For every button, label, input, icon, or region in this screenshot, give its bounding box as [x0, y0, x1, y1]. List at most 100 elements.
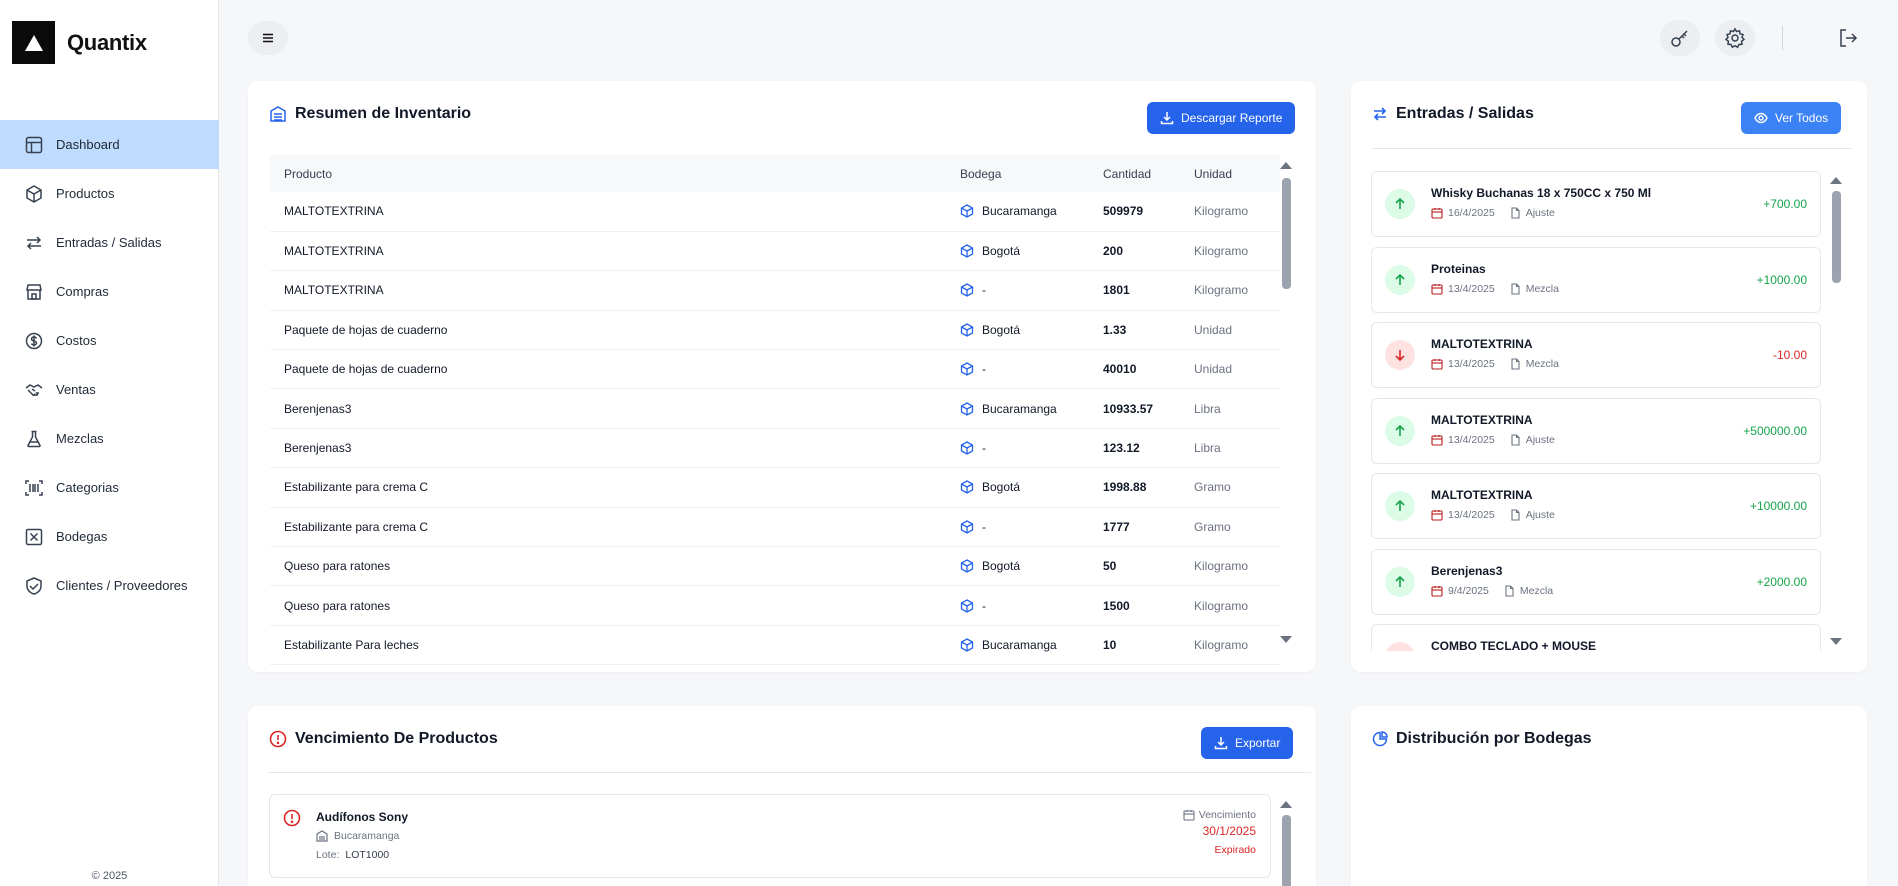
calendar-icon [1431, 208, 1443, 219]
sidebar-item-clientes-proveedores[interactable]: Clientes / Proveedores [0, 561, 219, 610]
cell-bodega: Bogotá [960, 467, 1103, 508]
sidebar-item-compras[interactable]: Compras [0, 267, 219, 316]
movement-item[interactable]: MALTOTEXTRINA 13/4/2025 Ajuste +10000.00 [1371, 473, 1821, 539]
expiry-warehouse: Bucaramanga [316, 830, 399, 842]
movement-date: 13/4/2025 [1448, 358, 1495, 370]
expiry-lot-label: Lote: [316, 849, 340, 861]
cell-bodega: - [960, 585, 1103, 626]
calendar-clock-icon [1183, 810, 1195, 821]
table-row[interactable]: MALTOTEXTRINA Bogotá 200 Kilogramo [270, 231, 1280, 272]
cell-cantidad: 200 [1103, 231, 1194, 272]
store-icon [26, 283, 42, 300]
table-row[interactable]: Paquete de hojas de cuaderno Bogotá 1.33 Un… [270, 310, 1280, 351]
distribution-title: Distribución por Bodegas [1396, 730, 1592, 747]
movement-item[interactable]: MALTOTEXTRINA 13/4/2025 Ajuste +500000.00 [1371, 397, 1821, 464]
movement-date: 13/4/2025 [1448, 509, 1495, 521]
table-row[interactable]: MALTOTEXTRINA Bucaramanga 509979 Kilogramo [270, 192, 1280, 232]
scrollbar-thumb[interactable] [1282, 815, 1291, 886]
cube-icon [960, 244, 974, 258]
sidebar-item-mezclas[interactable]: Mezclas [0, 414, 219, 463]
sidebar-item-ventas[interactable]: Ventas [0, 365, 219, 414]
barcode-icon [25, 479, 43, 496]
movement-meta: 16/4/2025 Ajuste [1431, 207, 1555, 219]
table-row[interactable]: MALTOTEXTRINA - 1801 Kilogramo [270, 270, 1280, 311]
key-button[interactable] [1660, 20, 1700, 56]
sidebar-item-costos[interactable]: Costos [0, 316, 219, 365]
pie-chart-icon [1372, 731, 1388, 747]
expiry-lot-value: LOT1000 [345, 849, 390, 861]
brand[interactable]: Quantix [12, 21, 147, 64]
download-report-button[interactable]: Descargar Reporte [1147, 102, 1296, 134]
movement-item[interactable]: Whisky Buchanas 18 x 750CC x 750 Ml 16/4/… [1371, 171, 1821, 237]
table-row[interactable]: Estabilizante para crema C Bogotá 1998.88 G… [270, 467, 1280, 508]
bodega-cell: Bogotá [960, 480, 1103, 494]
scroll-up-icon[interactable] [1830, 177, 1842, 184]
movement-meta: 13/4/2025 Mezcla [1431, 358, 1559, 370]
sidebar-item-label: Costos [56, 333, 97, 348]
inventory-table: Producto Bodega Cantidad Unidad MALTOTEX… [270, 155, 1280, 666]
movement-name: Berenjenas3 [1431, 563, 1503, 578]
sidebar-item-productos[interactable]: Productos [0, 169, 219, 218]
sidebar-item-label: Ventas [56, 382, 96, 397]
cube-icon [960, 520, 974, 534]
alert-circle-icon [283, 809, 301, 827]
cell-unidad: Kilogramo [1194, 625, 1280, 666]
movement-item[interactable]: MALTOTEXTRINA 13/4/2025 Mezcla -10.00 [1371, 322, 1821, 388]
scroll-up-icon[interactable] [1280, 801, 1292, 808]
sidebar-item-entradas-salidas[interactable]: Entradas / Salidas [0, 218, 219, 267]
download-report-label: Descargar Reporte [1181, 111, 1283, 125]
menu-toggle-button[interactable] [248, 21, 288, 55]
cube-icon [960, 638, 974, 652]
inventory-scrollbar[interactable] [1280, 162, 1292, 643]
scrollbar-thumb[interactable] [1282, 178, 1291, 289]
table-row[interactable]: Queso para ratones Bogotá 50 Kilogramo [270, 546, 1280, 587]
sidebar-item-dashboard[interactable]: Dashboard [0, 120, 219, 169]
cell-cantidad: 1500 [1103, 585, 1194, 626]
expiry-header: Vencimiento De Productos [269, 730, 498, 748]
movement-meta: 13/4/2025 Mezcla [1431, 283, 1559, 295]
expiry-scrollbar[interactable] [1280, 801, 1292, 886]
table-row[interactable]: Queso para ratones - 1500 Kilogramo [270, 585, 1280, 626]
movement-item[interactable]: Berenjenas3 9/4/2025 Mezcla +2000.00 [1371, 548, 1821, 615]
cell-cantidad: 40010 [1103, 349, 1194, 390]
square-x-icon [25, 528, 43, 545]
cell-bodega: Bucaramanga [960, 192, 1103, 232]
expiry-due-label: Vencimiento [1198, 809, 1256, 821]
calendar-icon [1431, 434, 1443, 446]
bodega-label: Bucaramanga [982, 401, 1057, 416]
cube-icon [960, 559, 974, 573]
logout-button[interactable] [1828, 20, 1868, 56]
scroll-down-icon[interactable] [1830, 638, 1842, 645]
table-row[interactable]: Paquete de hojas de cuaderno - 40010 Unidad [270, 349, 1280, 390]
view-all-button[interactable]: Ver Todos [1741, 102, 1842, 134]
settings-button[interactable] [1715, 20, 1755, 56]
movement-date: 16/4/2025 [1448, 207, 1495, 219]
movement-qty: +10000.00 [1749, 499, 1807, 513]
arrow-up-icon [1395, 197, 1405, 209]
sidebar-item-categorias[interactable]: Categorias [0, 463, 219, 512]
movement-item[interactable]: COMBO TECLADO + MOUSE [1371, 624, 1821, 651]
scroll-down-icon[interactable] [1280, 636, 1292, 643]
direction-badge [1385, 189, 1415, 219]
distribution-header: Distribución por Bodegas [1372, 730, 1592, 748]
movement-meta: 13/4/2025 Ajuste [1431, 509, 1555, 521]
arrow-up-icon [1395, 273, 1405, 285]
movement-item[interactable]: Proteinas 13/4/2025 Mezcla +1000.00 [1371, 246, 1821, 313]
table-row[interactable]: Berenjenas3 - 123.12 Libra [270, 428, 1280, 469]
table-row[interactable]: Estabilizante Para leches Bucaramanga 10 Ki… [270, 625, 1280, 666]
view-all-label: Ver Todos [1775, 111, 1829, 125]
bodega-label: - [982, 283, 986, 298]
bodega-cell: Bucaramanga [960, 638, 1103, 652]
export-button[interactable]: Exportar [1201, 727, 1294, 759]
scrollbar-thumb[interactable] [1832, 191, 1841, 283]
scroll-up-icon[interactable] [1280, 162, 1292, 169]
table-row[interactable]: Berenjenas3 Bucaramanga 10933.57 Libra [270, 388, 1280, 429]
movements-scrollbar[interactable] [1830, 177, 1842, 645]
bodega-label: Bucaramanga [982, 204, 1057, 219]
eye-icon [1754, 112, 1768, 124]
cell-unidad: Libra [1194, 388, 1280, 429]
sidebar-item-bodegas[interactable]: Bodegas [0, 512, 219, 561]
expiry-item[interactable]: Audífonos Sony Bucaramanga Lote: LOT1000… [269, 794, 1271, 878]
inventory-header: Resumen de Inventario [269, 105, 471, 123]
table-row[interactable]: Estabilizante para crema C - 1777 Gramo [270, 507, 1280, 548]
